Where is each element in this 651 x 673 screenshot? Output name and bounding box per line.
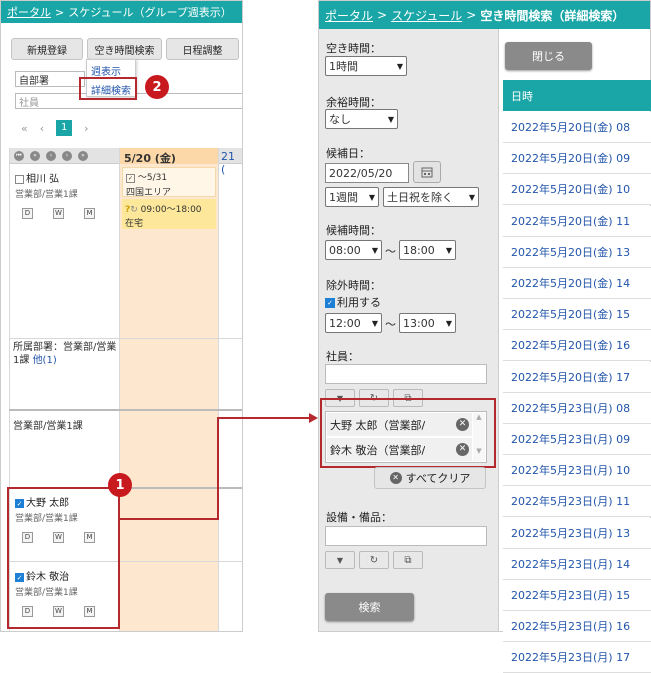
time-value: 08:00 [329, 243, 361, 257]
result-row[interactable]: 2022年5月23日(月) 17 [503, 642, 651, 673]
page-title: 空き時間検索（詳細検索） [480, 8, 625, 23]
result-row[interactable]: 2022年5月20日(金) 09 [503, 143, 651, 175]
clear-all-label: すべてクリア [405, 472, 471, 485]
period-value: 1週間 [329, 191, 358, 204]
excluded-time-use-checkbox[interactable]: ✓ 利用する [325, 294, 381, 310]
chevron-down-icon: ▼ [445, 318, 452, 328]
result-row[interactable]: 2022年5月23日(月) 15 [503, 580, 651, 611]
result-row[interactable]: 2022年5月20日(金) 13 [503, 236, 651, 268]
result-row[interactable]: 2022年5月20日(金) 08 [503, 112, 651, 143]
time-value: 13:00 [403, 316, 435, 330]
exclude-days-value: 土日祝を除く [387, 191, 453, 204]
popup-window-icon: ⧉ [404, 554, 412, 566]
result-row[interactable]: 2022年5月23日(月) 13 [503, 517, 651, 549]
result-row[interactable]: 2022年5月23日(月) 08 [503, 392, 651, 424]
excluded-time-label: 除外時間： [326, 279, 381, 292]
chevron-down-icon: ▼ [387, 114, 394, 124]
tilde: ～ [385, 245, 396, 258]
search-button[interactable]: 検索 [325, 593, 414, 621]
period-select[interactable]: 1週間 ▼ [325, 187, 379, 207]
results-header-label: 日時 [511, 89, 533, 103]
exclude-days-select[interactable]: 土日祝を除く ▼ [383, 187, 479, 207]
chevron-down-icon: ▼ [371, 245, 378, 255]
calendar-icon[interactable] [413, 161, 441, 183]
checkbox-checked-icon: ✓ [325, 298, 335, 308]
clear-icon: ✕ [389, 472, 402, 484]
employee-label: 社員： [326, 350, 359, 363]
result-row[interactable]: 2022年5月23日(月) 11 [503, 486, 651, 518]
employee-search-input[interactable] [325, 364, 487, 384]
equipment-reset-button[interactable]: ↻ [359, 551, 389, 569]
margin-time-label: 余裕時間： [326, 96, 381, 109]
tilde: ～ [385, 318, 396, 331]
refresh-icon: ↻ [369, 554, 379, 566]
free-time-label: 空き時間： [326, 42, 381, 55]
breadcrumb-separator: > [377, 8, 388, 22]
time-value: 12:00 [329, 316, 361, 330]
chevron-down-icon: ▼ [396, 61, 403, 71]
candidate-date-label: 候補日： [326, 147, 370, 160]
result-row[interactable]: 2022年5月20日(金) 17 [503, 361, 651, 393]
close-button[interactable]: 閉じる [505, 42, 592, 70]
equipment-dropdown-button[interactable]: ▼ [325, 551, 355, 569]
result-row[interactable]: 2022年5月23日(月) 09 [503, 424, 651, 455]
breadcrumb-separator: > [466, 8, 477, 22]
margin-time-select[interactable]: なし ▼ [325, 109, 398, 129]
equipment-popup-button[interactable]: ⧉ [393, 551, 423, 569]
result-row[interactable]: 2022年5月20日(金) 10 [503, 174, 651, 206]
callout-box-employee-list [320, 398, 496, 468]
clear-all-button[interactable]: ✕ すべてクリア [374, 467, 486, 489]
result-row[interactable]: 2022年5月23日(月) 10 [503, 455, 651, 487]
excluded-time-from-select[interactable]: 12:00 ▼ [325, 313, 382, 333]
chevron-down-icon: ▼ [368, 192, 375, 202]
free-time-select[interactable]: 1時間 ▼ [325, 56, 407, 76]
breadcrumb-schedule-link[interactable]: スケジュール [391, 7, 462, 24]
candidate-date-input[interactable]: 2022/05/20 [325, 163, 409, 183]
result-row[interactable]: 2022年5月20日(金) 16 [503, 330, 651, 362]
free-time-value: 1時間 [329, 60, 358, 73]
checkbox-label: 利用する [337, 296, 381, 309]
calendar-glyph [421, 167, 433, 178]
breadcrumb-portal-link[interactable]: ポータル [325, 7, 373, 24]
candidate-time-label: 候補時間： [326, 224, 381, 237]
results-header: 日時 [503, 80, 651, 111]
equipment-label: 設備・備品： [326, 511, 392, 524]
chevron-down-icon: ▼ [371, 318, 378, 328]
chevron-down-icon: ▼ [336, 555, 344, 565]
result-row[interactable]: 2022年5月23日(月) 16 [503, 611, 651, 643]
chevron-down-icon: ▼ [445, 245, 452, 255]
excluded-time-to-select[interactable]: 13:00 ▼ [399, 313, 456, 333]
equipment-search-input[interactable] [325, 526, 487, 546]
right-header: ポータル > スケジュール > 空き時間検索（詳細検索） [319, 1, 650, 29]
candidate-time-to-select[interactable]: 18:00 ▼ [399, 240, 456, 260]
candidate-time-from-select[interactable]: 08:00 ▼ [325, 240, 382, 260]
time-value: 18:00 [403, 243, 435, 257]
result-row[interactable]: 2022年5月23日(月) 14 [503, 548, 651, 580]
margin-time-value: なし [329, 113, 351, 126]
result-row[interactable]: 2022年5月20日(金) 15 [503, 299, 651, 331]
result-row[interactable]: 2022年5月20日(金) 14 [503, 268, 651, 299]
chevron-down-icon: ▼ [468, 192, 475, 202]
result-row[interactable]: 2022年5月20日(金) 11 [503, 205, 651, 237]
